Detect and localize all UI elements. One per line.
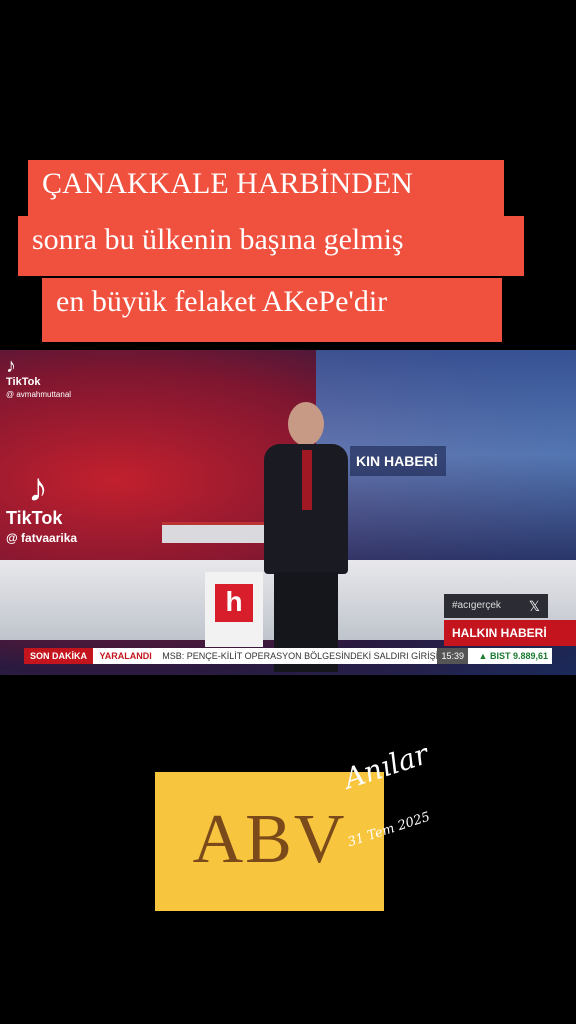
hashtag-bar: #acıgerçek 𝕏: [444, 594, 548, 618]
tiktok-watermark-large: ♪ TikTok @ fatvaarika: [6, 468, 77, 547]
ticker-label: SON DAKİKA: [24, 648, 94, 664]
ticker-headline: MSB: PENÇE-KİLİT OPERASYON BÖLGESİNDEKİ …: [162, 651, 449, 661]
tiktok-icon: ♪: [28, 466, 48, 510]
anchor-head: [288, 402, 324, 446]
tiktok-icon: ♪: [6, 355, 16, 377]
program-title: HALKIN HABERİ: [444, 620, 576, 646]
tiktok-brand: TikTok: [6, 376, 41, 388]
news-ticker: SON DAKİKA YARALANDI MSB: PENÇE-KİLİT OP…: [24, 648, 552, 664]
anchor-tie: [302, 450, 312, 510]
x-icon: 𝕏: [528, 598, 540, 614]
halk-tv-logo: h: [215, 584, 253, 622]
video-frame[interactable]: KIN HABERİ h ♪ TikTok @ avmahmuttanal ♪ …: [0, 350, 576, 675]
ticker-market: ▲ BIST 9.889,61: [478, 651, 548, 661]
caption-line-2: sonra bu ülkenin başına gelmiş: [18, 216, 524, 276]
tiktok-handle: @ avmahmuttanal: [6, 390, 72, 399]
ticker-time: 15:39: [437, 648, 468, 664]
tiktok-brand: TikTok: [6, 508, 63, 528]
anilar-label: Anılar: [340, 737, 433, 796]
news-anchor: [250, 402, 360, 672]
caption-line-3: en büyük felaket AKePe'dir: [42, 278, 502, 342]
caption: ÇANAKKALE HARBİNDEN sonra bu ülkenin baş…: [18, 160, 524, 342]
studio-sign: KIN HABERİ: [350, 446, 446, 476]
tiktok-watermark-small: ♪ TikTok @ avmahmuttanal: [6, 356, 71, 400]
tiktok-handle: @ fatvaarika: [6, 531, 78, 545]
hashtag-text: #acıgerçek: [452, 600, 501, 611]
caption-line-1: ÇANAKKALE HARBİNDEN: [28, 160, 504, 220]
ticker-prefix: YARALANDI: [99, 651, 152, 661]
